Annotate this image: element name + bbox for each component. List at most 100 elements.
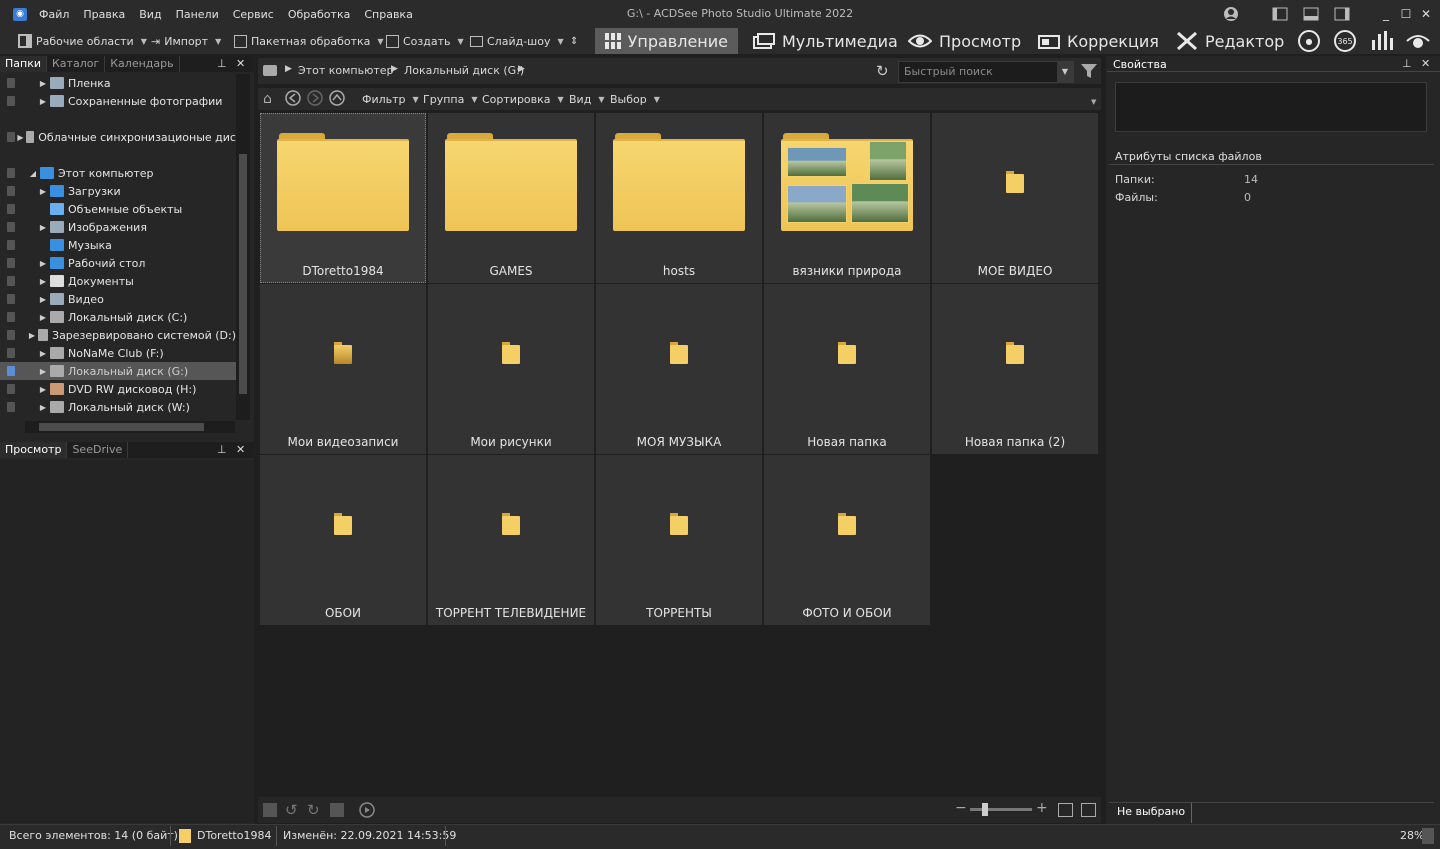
menu-file[interactable]: Файл [32,8,76,21]
create-button[interactable]: Создать ▼ [386,28,464,54]
import-button[interactable]: ⇥ Импорт ▼ [151,28,221,54]
tree-marker[interactable] [7,204,15,214]
expand-icon[interactable]: ▶ [38,313,48,322]
tree-marker[interactable] [7,366,15,376]
zoom-in-icon[interactable]: + [1036,800,1048,816]
expand-icon[interactable]: ▶ [38,97,48,106]
mode-media-button[interactable]: Мультимедиа [743,28,908,54]
menu-tools[interactable]: Сервис [226,8,281,21]
tab-catalog[interactable]: Каталог [47,56,106,72]
tree-item[interactable]: ▶ Изображения [0,218,236,236]
rotate-right-icon[interactable]: ↻ [307,801,320,819]
quick-search-input[interactable]: Быстрый поиск [898,61,1074,83]
mode-view-button[interactable]: Просмотр [898,28,1031,54]
tree-hscrollbar[interactable] [25,421,235,433]
tree-marker[interactable] [7,294,15,304]
play-icon[interactable] [359,802,375,821]
tree-scroll-thumb[interactable] [239,154,247,394]
menu-help[interactable]: Справка [357,8,419,21]
tree-item[interactable]: ▶ Документы [0,272,236,290]
save-icon[interactable] [263,803,277,817]
tree-marker[interactable] [7,348,15,358]
tree-marker[interactable] [7,132,15,142]
expand-icon[interactable]: ▶ [38,385,48,394]
live-view-icon[interactable] [1405,31,1431,54]
filter-menu[interactable]: Фильтр ▼ [362,88,419,110]
folder-item[interactable]: Новая папка [764,284,930,454]
tree-item[interactable]: ▶ DVD RW дисковод (H:) [0,380,236,398]
search-dropdown-icon[interactable]: ▼ [1057,62,1073,82]
tree-item[interactable]: ▶ Локальный диск (W:) [0,398,236,416]
app-icon[interactable]: ◉ [13,8,27,21]
layout-bottom-icon[interactable] [1301,4,1321,24]
tree-marker[interactable] [7,240,15,250]
menu-process[interactable]: Обработка [281,8,357,21]
home-icon[interactable]: ⌂ [263,91,272,107]
chevron-down-icon[interactable]: ▼ [1091,98,1096,106]
tree-item[interactable]: ▶ Локальный диск (G:) [0,362,236,380]
tree-marker[interactable] [7,186,15,196]
tab-seedrive[interactable]: SeeDrive [67,442,129,458]
people-icon[interactable]: ● [1298,30,1320,52]
tree-item[interactable]: ▶ Видео [0,290,236,308]
folder-item[interactable]: ТОРРЕНТ ТЕЛЕВИДЕНИЕ [428,455,594,625]
workspaces-button[interactable]: Рабочие области ▼ [18,28,147,54]
mode-develop-button[interactable]: Коррекция [1028,28,1169,54]
thumbnail-mode-icon[interactable] [1058,803,1073,817]
tree-marker[interactable] [7,402,15,412]
expand-icon[interactable]: ▶ [38,403,48,412]
panel-close-icon[interactable]: ✕ [1421,57,1430,70]
tree-marker[interactable] [7,276,15,286]
folder-item[interactable]: МОЕ ВИДЕО [932,113,1098,283]
tree-item[interactable]: Музыка [0,236,236,254]
folder-item[interactable]: Мои рисунки [428,284,594,454]
zoom-out-icon[interactable]: − [955,800,967,816]
pin-icon[interactable]: ⊥ [217,443,227,456]
panel-close-icon[interactable]: ✕ [236,57,245,70]
folder-item[interactable]: GAMES [428,113,594,283]
select-menu[interactable]: Выбор ▼ [610,88,660,110]
minimize-button[interactable]: _ [1376,4,1396,24]
folder-item[interactable]: Мои видеозаписи [260,284,426,454]
tree-item[interactable]: ◢ Этот компьютер [0,164,236,182]
mode-edit-button[interactable]: Редактор [1166,28,1294,54]
expand-icon[interactable]: ▶ [38,259,48,268]
tree-marker[interactable] [7,96,15,106]
breadcrumb-drive-g[interactable]: Локальный диск (G:) [404,64,524,77]
expand-icon[interactable]: ▶ [17,133,23,142]
menu-panels[interactable]: Панели [169,8,226,21]
batch-button[interactable]: Пакетная обработка ▼ [234,28,384,54]
panel-close-icon[interactable]: ✕ [236,443,245,456]
expand-icon[interactable]: ▶ [38,79,48,88]
expand-icon[interactable]: ▶ [38,277,48,286]
refresh-icon[interactable]: ↻ [876,62,889,80]
collapse-icon[interactable]: ◢ [28,169,38,178]
folder-item[interactable]: ОБОИ [260,455,426,625]
tab-not-selected[interactable]: Не выбрано [1111,803,1193,823]
tree-marker[interactable] [7,222,15,232]
chevron-right-icon[interactable]: ▶ [518,64,525,74]
menu-edit[interactable]: Правка [76,8,132,21]
slideshow-button[interactable]: Слайд-шоу ▼ [470,28,564,54]
folder-item[interactable]: МОЯ МУЗЫКА [596,284,762,454]
tree-marker[interactable] [7,312,15,322]
details-mode-icon[interactable] [1081,803,1096,817]
folder-item[interactable]: ТОРРЕНТЫ [596,455,762,625]
pin-icon[interactable]: ⊥ [1402,57,1412,70]
expand-icon[interactable]: ▶ [38,295,48,304]
tree-marker[interactable] [7,330,15,340]
expand-icon[interactable]: ▶ [38,367,48,376]
mode-manage-button[interactable]: Управление [595,28,738,54]
tree-item[interactable]: ▶ Локальный диск (C:) [0,308,236,326]
tree-marker[interactable] [7,78,15,88]
expand-icon[interactable]: ▶ [38,223,48,232]
tree-item[interactable]: ▶ Пленка [0,74,236,92]
tree-marker[interactable] [7,258,15,268]
tree-item[interactable]: ▶ Зарезервировано системой (D:) [0,326,236,344]
zoom-slider-thumb[interactable] [982,803,988,816]
resize-grip-icon[interactable] [1422,828,1434,844]
folder-item[interactable]: Новая папка (2) [932,284,1098,454]
menu-view[interactable]: Вид [132,8,168,21]
close-button[interactable]: ✕ [1416,4,1436,24]
tree-item[interactable]: ▶ Сохраненные фотографии [0,92,236,110]
